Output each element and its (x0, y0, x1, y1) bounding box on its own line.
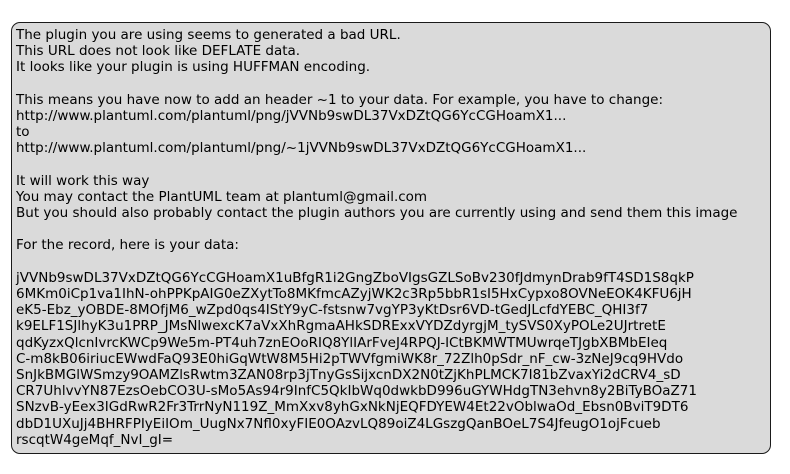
fixed-url-example: http://www.plantuml.com/plantuml/png/~1j… (16, 140, 587, 157)
encoded-data-line: qdKyzxQlcnIvrcKWCp9We5m-PT4uh7znEOoRIQ8Y… (16, 334, 668, 351)
encoded-data-line: SNzvB-yEex3IGdRwR2Fr3TrrNyN119Z_MmXxv8yh… (16, 399, 689, 416)
intro-line-1: The plugin you are using seems to genera… (16, 27, 401, 43)
encoded-data-line: 6MKm0iCp1va1IhN-ohPPKpAIG0eZXytTo8MKfmcA… (16, 286, 692, 302)
encoded-data-line: CR7UhlvvYN87EzsOebCO3U-sMo5As94r9InfC5Qk… (16, 383, 697, 400)
encoded-data-line: eK5-Ebz_yOBDE-8MOfjM6_wZpd0qs4IStY9yC-fs… (16, 302, 649, 319)
encoded-data-line: k9ELF1SJlhyK3u1PRP_JMsNlwexcK7aVxXhRgmaA… (16, 318, 666, 335)
bad-url-example: http://www.plantuml.com/plantuml/png/jVV… (16, 107, 567, 124)
encoded-data-line: C-m8kB06iriucEWwdFaQ93E0hiGqWtW8M5Hi2pTW… (16, 350, 684, 367)
encoded-data-line: dbD1UXuJj4BHRFPIyEiIOm_UugNx7Nfl0xyFIE0O… (16, 415, 661, 432)
contact-line-3: But you should also probably contact the… (16, 205, 738, 222)
intro-line-3: It looks like your plugin is using HUFFM… (16, 59, 371, 76)
encoded-data-line: rscqtW4geMqf_NvI_gI= (16, 431, 174, 448)
fix-line-to: to (16, 124, 30, 141)
encoded-data-line: SnJkBMGlWSmzy9OAMZlsRwtm3ZAN08rp3jTnyGsS… (16, 366, 681, 383)
record-label: For the record, here is your data: (16, 237, 239, 254)
error-message-panel: The plugin you are using seems to genera… (11, 22, 771, 454)
fix-line-1: This means you have now to add an header… (16, 91, 663, 108)
contact-line-1: It will work this way (16, 172, 150, 189)
encoded-data-line: jVVNb9swDL37VxDZtQG6YcCGHoamX1uBfgR1i2Gn… (16, 269, 694, 286)
intro-line-2: This URL does not look like DEFLATE data… (16, 43, 301, 60)
contact-line-2: You may contact the PlantUML team at pla… (16, 188, 428, 205)
